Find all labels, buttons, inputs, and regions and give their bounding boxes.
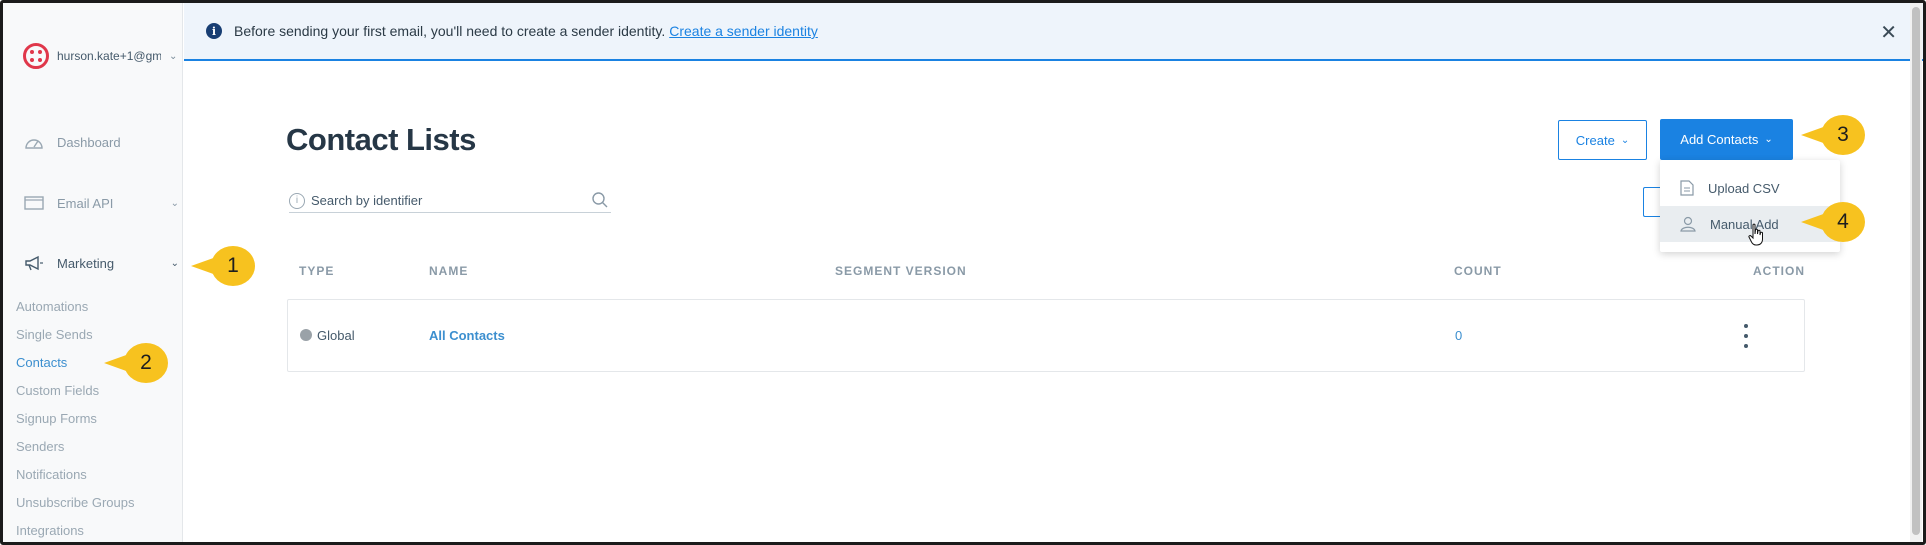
- create-button-label: Create: [1575, 132, 1615, 148]
- sidebar-item-marketing[interactable]: Marketing ⌄: [23, 254, 179, 272]
- sidebar-subitem-signup-forms[interactable]: Signup Forms: [16, 411, 97, 426]
- hand-cursor-icon: [1748, 223, 1763, 246]
- callout-marker: 1: [191, 246, 255, 286]
- sidebar-subitem-notifications[interactable]: Notifications: [16, 467, 87, 482]
- type-value: Global: [317, 328, 355, 343]
- dropdown-item-label: Upload CSV: [1708, 180, 1780, 196]
- document-icon: [1680, 180, 1694, 196]
- create-sender-identity-link[interactable]: Create a sender identity: [669, 23, 818, 39]
- close-icon[interactable]: ✕: [1880, 20, 1897, 45]
- callout-marker: 4: [1801, 202, 1865, 242]
- sidebar-subitem-automations[interactable]: Automations: [16, 299, 88, 314]
- dropdown-item-label: Manual Add: [1710, 216, 1779, 232]
- table-row: Global All Contacts 0: [287, 299, 1805, 372]
- gauge-icon: [23, 133, 45, 151]
- info-icon: i: [206, 23, 222, 39]
- type-cell: Global: [300, 328, 355, 343]
- column-header-segment-version: SEGMENT VERSION: [835, 264, 967, 278]
- chevron-down-icon: ⌄: [1620, 134, 1630, 146]
- sidebar-subitem-single-sends[interactable]: Single Sends: [16, 327, 93, 342]
- sidebar-item-label: Dashboard: [57, 134, 121, 150]
- megaphone-icon: [23, 254, 45, 272]
- list-name-link[interactable]: All Contacts: [429, 328, 505, 343]
- page-title: Contact Lists: [286, 122, 476, 157]
- column-header-type: TYPE: [299, 264, 335, 278]
- create-button[interactable]: Create ⌄: [1558, 120, 1647, 160]
- callout-marker: 3: [1801, 115, 1865, 155]
- banner-text: Before sending your first email, you'll …: [234, 23, 666, 39]
- callout-marker: 2: [104, 343, 168, 383]
- brand-logo-icon: [23, 43, 49, 69]
- status-dot-icon: [300, 329, 312, 341]
- sidebar-item-label: Marketing: [57, 255, 115, 271]
- sidebar-subitem-integrations[interactable]: Integrations: [16, 523, 84, 538]
- chevron-down-icon: ⌄: [1764, 134, 1773, 145]
- sidebar-item-email-api[interactable]: Email API ⌄: [23, 194, 179, 212]
- more-actions-icon[interactable]: [1743, 324, 1749, 348]
- chevron-down-icon: ⌄: [169, 50, 178, 62]
- chevron-down-icon: ⌄: [170, 257, 179, 269]
- sidebar-item-dashboard[interactable]: Dashboard: [23, 133, 179, 151]
- chevron-down-icon: ⌄: [170, 197, 179, 209]
- account-switcher[interactable]: hurson.kate+1@gm ⌄: [23, 43, 177, 69]
- add-contacts-button[interactable]: Add Contacts ⌄: [1660, 119, 1793, 160]
- sidebar: hurson.kate+1@gm ⌄ Dashboard Email API ⌄…: [3, 3, 183, 542]
- column-header-action: ACTION: [1753, 264, 1805, 278]
- column-header-name: NAME: [429, 264, 469, 278]
- search-bar: i: [289, 189, 611, 213]
- count-cell: 0: [1455, 328, 1463, 343]
- code-window-icon: [23, 194, 45, 212]
- person-icon: [1680, 216, 1696, 232]
- add-contacts-button-label: Add Contacts: [1680, 132, 1759, 147]
- scrollbar-thumb[interactable]: [1912, 7, 1920, 535]
- dropdown-item-upload-csv[interactable]: Upload CSV: [1660, 170, 1840, 206]
- vertical-scrollbar[interactable]: [1910, 3, 1922, 542]
- account-name: hurson.kate+1@gm: [57, 49, 161, 63]
- search-icon[interactable]: [591, 191, 609, 209]
- sidebar-subitem-custom-fields[interactable]: Custom Fields: [16, 383, 99, 398]
- column-header-count: COUNT: [1454, 264, 1502, 278]
- info-circle-icon: i: [289, 192, 305, 209]
- sidebar-subitem-unsubscribe-groups[interactable]: Unsubscribe Groups: [16, 495, 135, 510]
- sidebar-item-label: Email API: [57, 195, 114, 211]
- sidebar-subitem-contacts[interactable]: Contacts: [16, 355, 67, 370]
- search-input[interactable]: [311, 193, 581, 208]
- info-banner: i Before sending your first email, you'l…: [184, 3, 1923, 61]
- sidebar-subitem-senders[interactable]: Senders: [16, 439, 64, 454]
